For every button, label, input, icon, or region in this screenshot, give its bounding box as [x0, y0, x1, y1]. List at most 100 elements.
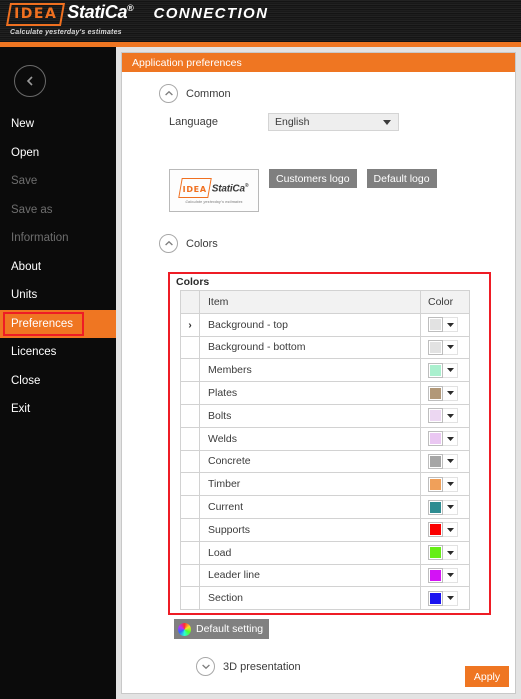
- color-swatch[interactable]: [428, 567, 443, 583]
- chevron-down-icon[interactable]: [443, 476, 458, 492]
- table-row[interactable]: Background - bottom: [180, 335, 470, 360]
- color-picker[interactable]: [428, 317, 469, 333]
- color-swatch[interactable]: [428, 339, 443, 355]
- language-select[interactable]: English: [268, 113, 399, 131]
- chevron-down-icon[interactable]: [443, 317, 458, 333]
- sidebar-item-close[interactable]: Close: [0, 367, 116, 396]
- table-row[interactable]: Timber: [180, 472, 470, 497]
- preview-registered-mark: ®: [244, 183, 249, 190]
- row-selector-cell[interactable]: [180, 403, 200, 428]
- table-row[interactable]: Load: [180, 540, 470, 565]
- sidebar-item-preferences[interactable]: Preferences: [0, 309, 116, 338]
- table-row[interactable]: Concrete: [180, 449, 470, 474]
- row-color-cell: [420, 472, 470, 497]
- panel-title: Application preferences: [122, 53, 515, 72]
- chevron-down-icon[interactable]: [443, 545, 458, 561]
- apply-button[interactable]: Apply: [465, 666, 509, 687]
- chevron-down-icon[interactable]: [196, 657, 215, 676]
- row-selector-cell[interactable]: [180, 540, 200, 565]
- color-picker[interactable]: [428, 499, 469, 515]
- color-swatch[interactable]: [428, 431, 443, 447]
- preview-idea-mark: IDEA: [177, 177, 212, 198]
- table-row[interactable]: Leader line: [180, 563, 470, 588]
- color-swatch[interactable]: [428, 362, 443, 378]
- color-picker[interactable]: [428, 522, 469, 538]
- color-picker[interactable]: [428, 385, 469, 401]
- table-row[interactable]: Current: [180, 495, 470, 519]
- color-picker[interactable]: [428, 339, 469, 355]
- color-picker[interactable]: [428, 431, 469, 447]
- color-picker[interactable]: [428, 453, 469, 469]
- color-swatch[interactable]: [428, 385, 443, 401]
- sidebar-item-label: Exit: [11, 403, 31, 416]
- row-color-cell: [420, 563, 470, 588]
- table-row[interactable]: Members: [180, 358, 470, 383]
- chevron-down-icon[interactable]: [443, 453, 458, 469]
- color-picker[interactable]: [428, 590, 469, 606]
- sidebar-item-units[interactable]: Units: [0, 281, 116, 310]
- row-selector-cell[interactable]: [180, 426, 200, 451]
- logo-row: IDEA StatiCa® Calculate yesterday's esti…: [169, 169, 515, 212]
- color-swatch[interactable]: [428, 522, 443, 538]
- language-row: Language English: [169, 113, 515, 131]
- row-selector-cell[interactable]: [180, 335, 200, 360]
- row-selector-cell[interactable]: [180, 358, 200, 383]
- color-swatch[interactable]: [428, 408, 443, 424]
- row-color-cell: [420, 426, 470, 451]
- chevron-down-icon[interactable]: [443, 499, 458, 515]
- sidebar-item-save-as: Save as: [0, 196, 116, 225]
- row-selector-cell[interactable]: [180, 381, 200, 405]
- row-selector-cell[interactable]: [180, 472, 200, 497]
- color-swatch[interactable]: [428, 476, 443, 492]
- color-swatch[interactable]: [428, 590, 443, 606]
- color-swatch-fill: [430, 387, 441, 399]
- table-row[interactable]: Section: [180, 586, 470, 611]
- customers-logo-button[interactable]: Customers logo: [269, 169, 357, 188]
- chevron-down-icon[interactable]: [443, 362, 458, 378]
- chevron-up-icon[interactable]: [159, 234, 178, 253]
- color-picker[interactable]: [428, 362, 469, 378]
- sidebar-item-exit[interactable]: Exit: [0, 395, 116, 424]
- table-row[interactable]: Supports: [180, 517, 470, 542]
- default-setting-button[interactable]: Default setting: [174, 619, 270, 639]
- color-picker[interactable]: [428, 567, 469, 583]
- sidebar-item-label: Save: [11, 175, 38, 188]
- color-picker[interactable]: [428, 545, 469, 561]
- row-selector-cell[interactable]: [180, 517, 200, 542]
- table-row[interactable]: › Background - top: [180, 312, 470, 337]
- section-header-colors[interactable]: Colors: [159, 234, 515, 253]
- row-selector-cell[interactable]: ›: [180, 312, 200, 337]
- color-swatch[interactable]: [428, 453, 443, 469]
- sidebar-item-about[interactable]: About: [0, 253, 116, 282]
- table-row[interactable]: Welds: [180, 426, 470, 451]
- table-row[interactable]: Bolts: [180, 403, 470, 428]
- row-selector-cell[interactable]: [180, 586, 200, 611]
- section-header-3d-presentation[interactable]: 3D presentation: [196, 657, 301, 676]
- section-header-common[interactable]: Common: [159, 84, 515, 103]
- color-picker[interactable]: [428, 408, 469, 424]
- chevron-down-icon[interactable]: [443, 385, 458, 401]
- color-swatch[interactable]: [428, 499, 443, 515]
- default-logo-button[interactable]: Default logo: [366, 169, 437, 188]
- row-selector-cell[interactable]: [180, 449, 200, 474]
- chevron-down-icon[interactable]: [443, 339, 458, 355]
- row-selector-cell[interactable]: [180, 563, 200, 588]
- color-swatch[interactable]: [428, 545, 443, 561]
- language-value: English: [275, 116, 310, 128]
- chevron-down-icon[interactable]: [443, 408, 458, 424]
- chevron-down-icon[interactable]: [443, 431, 458, 447]
- chevron-left-icon[interactable]: [14, 65, 46, 97]
- table-row[interactable]: Plates: [180, 381, 470, 405]
- sidebar-item-open[interactable]: Open: [0, 139, 116, 168]
- chevron-down-icon[interactable]: [443, 522, 458, 538]
- chevron-down-icon[interactable]: [443, 590, 458, 606]
- chevron-up-icon[interactable]: [159, 84, 178, 103]
- sidebar-item-licences[interactable]: Licences: [0, 338, 116, 367]
- color-picker[interactable]: [428, 476, 469, 492]
- color-swatch[interactable]: [428, 317, 443, 333]
- color-swatch-fill: [430, 433, 441, 445]
- application-preferences-panel: Application preferences Common Language …: [121, 52, 516, 694]
- chevron-down-icon[interactable]: [443, 567, 458, 583]
- sidebar-item-new[interactable]: New: [0, 110, 116, 139]
- row-selector-cell[interactable]: [180, 495, 200, 519]
